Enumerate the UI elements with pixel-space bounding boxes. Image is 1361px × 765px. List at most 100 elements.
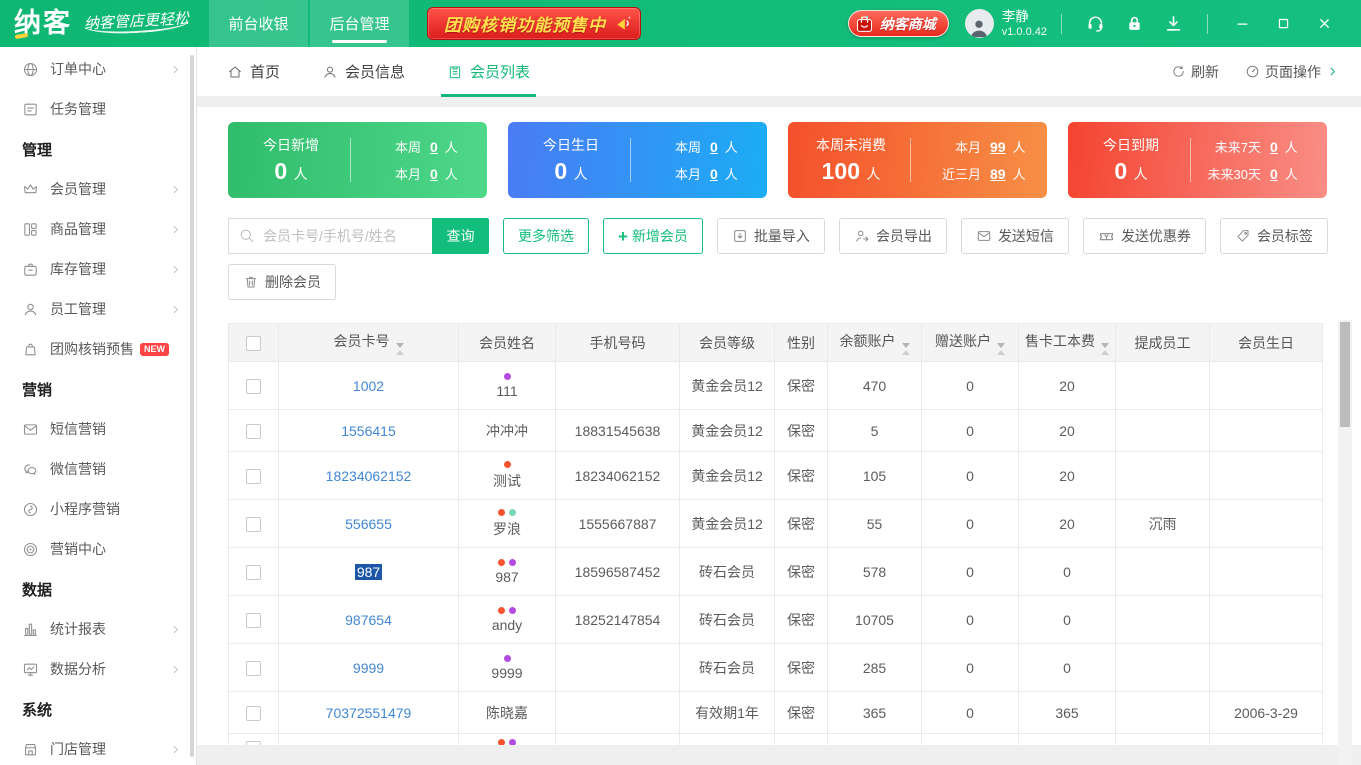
app-logo: 纳客 bbox=[14, 10, 72, 40]
stat-value: 0 人 bbox=[1114, 158, 1148, 184]
row-checkbox[interactable] bbox=[246, 740, 261, 745]
balance-account: 55 bbox=[827, 499, 922, 548]
sort-control[interactable] bbox=[997, 342, 1005, 355]
sidebar-item-staff-manage[interactable]: 员工管理 bbox=[0, 289, 196, 329]
member-card-link[interactable]: 1002 bbox=[353, 378, 384, 394]
row-checkbox[interactable] bbox=[246, 660, 261, 676]
export-member-button[interactable]: 会员导出 bbox=[838, 218, 947, 254]
nav-tab-front-cashier[interactable]: 前台收银 bbox=[209, 0, 309, 47]
table-row: 9999 9999 砖石会员 保密 285 0 0 bbox=[228, 643, 1323, 692]
batch-import-button[interactable]: 批量导入 bbox=[716, 218, 825, 254]
minimize-icon[interactable] bbox=[1235, 16, 1250, 31]
stat-sub-value: 0 bbox=[1270, 138, 1278, 155]
send-sms-button[interactable]: 发送短信 bbox=[960, 218, 1069, 254]
download-icon[interactable] bbox=[1164, 14, 1183, 33]
send-coupon-button[interactable]: 发送优惠券 bbox=[1082, 218, 1206, 254]
member-phone: 1555667887 bbox=[555, 499, 680, 548]
page-actions-button[interactable]: 页面操作 bbox=[1245, 62, 1339, 82]
header-cell-checkbox bbox=[228, 323, 279, 362]
sidebar-item-marketing-center[interactable]: 营销中心 bbox=[0, 529, 196, 569]
scrollbar-thumb[interactable] bbox=[1340, 322, 1350, 427]
sidebar-item-member-manage[interactable]: 会员管理 bbox=[0, 169, 196, 209]
row-checkbox[interactable] bbox=[246, 516, 261, 532]
member-gender bbox=[774, 733, 828, 745]
sort-control[interactable] bbox=[395, 342, 404, 355]
sidebar-item-store-manage[interactable]: 门店管理 bbox=[0, 729, 196, 765]
add-member-button[interactable]: + 新增会员 bbox=[603, 218, 703, 254]
member-tag-button[interactable]: 会员标签 bbox=[1219, 218, 1328, 254]
header-cell[interactable]: 赠送账户 bbox=[921, 323, 1019, 362]
megaphone-icon bbox=[614, 13, 634, 33]
header-cell[interactable]: 余额账户 bbox=[827, 323, 922, 362]
sidebar-item-data-analysis[interactable]: 数据分析 bbox=[0, 649, 196, 689]
member-tag-dots bbox=[460, 606, 555, 614]
card-fee bbox=[1018, 733, 1116, 745]
sms-icon bbox=[22, 421, 39, 438]
home-icon bbox=[227, 64, 243, 80]
row-checkbox[interactable] bbox=[246, 564, 261, 580]
member-card-link[interactable]: 18234062152 bbox=[326, 468, 412, 484]
sidebar-item-miniapp-marketing[interactable]: 小程序营销 bbox=[0, 489, 196, 529]
tab-member-list[interactable]: 会员列表 bbox=[441, 47, 537, 97]
coupon-icon bbox=[1098, 228, 1115, 245]
app-version: v1.0.0.42 bbox=[1001, 26, 1047, 39]
user-info[interactable]: 李静 v1.0.0.42 bbox=[1002, 8, 1047, 40]
tab-home[interactable]: 首页 bbox=[227, 47, 280, 97]
sidebar-section: 营销 bbox=[22, 381, 53, 399]
maximize-icon[interactable] bbox=[1276, 16, 1291, 31]
member-name: andy bbox=[491, 616, 523, 633]
card-fee: 20 bbox=[1018, 361, 1116, 410]
row-checkbox[interactable] bbox=[246, 705, 261, 721]
table-scrollbar[interactable] bbox=[1338, 320, 1352, 765]
member-card-link[interactable]: 987654 bbox=[345, 612, 392, 628]
sort-control[interactable] bbox=[1101, 342, 1109, 355]
sidebar-scrollbar[interactable] bbox=[190, 55, 194, 757]
mall-badge[interactable]: 纳客商城 bbox=[847, 10, 949, 37]
sidebar-item-wechat-marketing[interactable]: 微信营销 bbox=[0, 449, 196, 489]
lock-icon[interactable] bbox=[1125, 14, 1144, 33]
headset-icon[interactable] bbox=[1086, 14, 1105, 33]
row-checkbox[interactable] bbox=[246, 612, 261, 628]
nav-tab-backend-admin[interactable]: 后台管理 bbox=[310, 0, 410, 47]
promo-banner[interactable]: 团购核销功能预售中 bbox=[427, 7, 642, 40]
new-badge: NEW bbox=[140, 342, 169, 356]
member-name: 陈晓嘉 bbox=[486, 704, 528, 721]
header-cell[interactable]: 售卡工本费 bbox=[1018, 323, 1116, 362]
row-checkbox[interactable] bbox=[246, 423, 261, 439]
query-button[interactable]: 查询 bbox=[432, 218, 489, 254]
card-fee: 20 bbox=[1018, 409, 1116, 452]
sidebar-item-stock-manage[interactable]: 库存管理 bbox=[0, 249, 196, 289]
avatar[interactable] bbox=[964, 9, 994, 38]
delete-member-button[interactable]: 删除会员 bbox=[228, 264, 336, 300]
sidebar-item-groupbuy-presale[interactable]: 团购核销预售 NEW bbox=[0, 329, 196, 369]
member-card-link[interactable]: 556655 bbox=[345, 516, 392, 532]
tab-member-info[interactable]: 会员信息 bbox=[322, 47, 405, 97]
row-checkbox[interactable] bbox=[246, 468, 261, 484]
members-table: 会员卡号 会员姓名 手机号码 会员等级 性别 余额账户 赠送账户 售卡工本费 提成员工 会员生日 1… bbox=[228, 323, 1323, 745]
sidebar-item-goods-manage[interactable]: 商品管理 bbox=[0, 209, 196, 249]
member-name: 冲冲冲 bbox=[486, 422, 528, 439]
more-filter-button[interactable]: 更多筛选 bbox=[503, 218, 589, 254]
sidebar-item-order-center[interactable]: 订单中心 bbox=[0, 49, 196, 89]
member-birthday bbox=[1209, 733, 1323, 745]
close-icon[interactable] bbox=[1317, 16, 1332, 31]
refresh-button[interactable]: 刷新 bbox=[1171, 62, 1219, 82]
member-card-link[interactable]: 1556415 bbox=[341, 423, 396, 439]
row-checkbox[interactable] bbox=[246, 378, 261, 394]
member-card-link[interactable]: 987 bbox=[354, 563, 383, 580]
card-fee: 0 bbox=[1018, 547, 1116, 596]
member-level: 砖石会员 bbox=[679, 643, 775, 692]
search-input[interactable] bbox=[228, 218, 432, 254]
member-card-link[interactable]: 9999 bbox=[353, 660, 384, 676]
member-card-link[interactable]: 70372551479 bbox=[326, 705, 412, 721]
member-gender: 保密 bbox=[774, 691, 828, 734]
header-cell: 会员等级 bbox=[679, 323, 775, 362]
table-row: 70372551479 陈晓嘉 有效期1年 保密 365 0 365 2006-3-29 bbox=[228, 691, 1323, 734]
member-tag-dots bbox=[460, 508, 555, 516]
sidebar-item-task-manage[interactable]: 任务管理 bbox=[0, 89, 196, 129]
sidebar-item-stats-report[interactable]: 统计报表 bbox=[0, 609, 196, 649]
select-all-checkbox[interactable] bbox=[246, 335, 261, 351]
header-cell[interactable]: 会员卡号 bbox=[278, 323, 459, 362]
sidebar-item-sms-marketing[interactable]: 短信营销 bbox=[0, 409, 196, 449]
sort-control[interactable] bbox=[901, 342, 910, 355]
